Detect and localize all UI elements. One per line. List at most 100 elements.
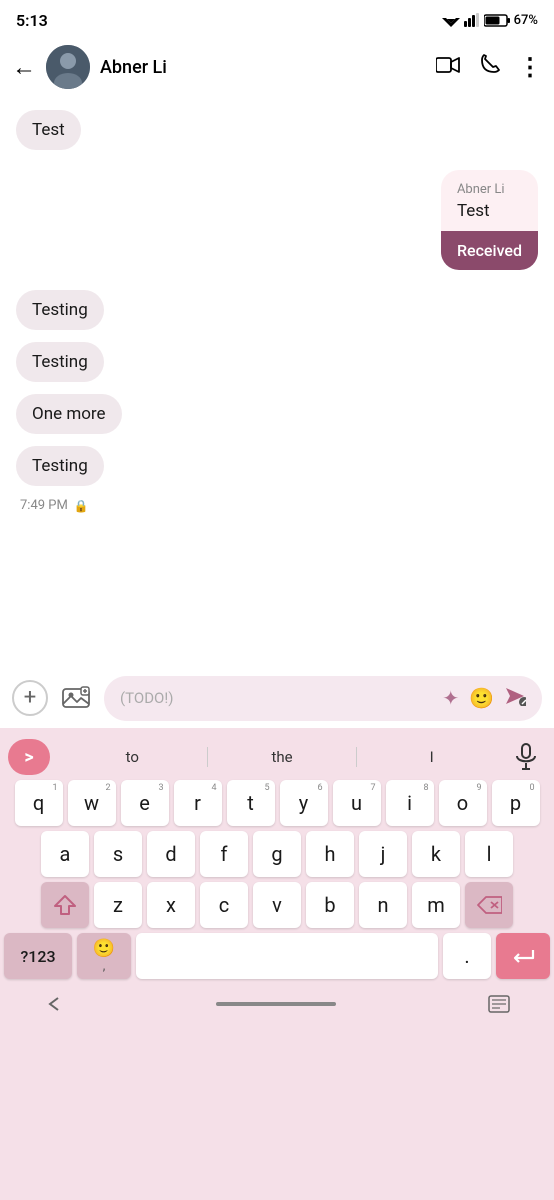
- message-row: Testing: [16, 446, 538, 492]
- key-d[interactable]: d: [147, 831, 195, 877]
- header-actions: ⋮: [436, 53, 542, 81]
- keyboard-switch-icon[interactable]: [488, 995, 510, 1013]
- space-key[interactable]: [136, 933, 438, 979]
- key-l[interactable]: l: [465, 831, 513, 877]
- suggestion-word-1[interactable]: to: [58, 748, 207, 766]
- message-sender: Abner Li: [457, 182, 522, 197]
- numbers-key[interactable]: ?123: [4, 933, 72, 979]
- emoji-key[interactable]: 🙂 ,: [77, 933, 131, 979]
- key-z[interactable]: z: [94, 882, 142, 928]
- key-k[interactable]: k: [412, 831, 460, 877]
- key-b[interactable]: b: [306, 882, 354, 928]
- wifi-icon: [442, 13, 460, 27]
- key-c[interactable]: c: [200, 882, 248, 928]
- key-m[interactable]: m: [412, 882, 460, 928]
- contact-name: Abner Li: [100, 57, 436, 78]
- lock-icon: 🔒: [74, 499, 89, 513]
- key-h[interactable]: h: [306, 831, 354, 877]
- keyboard-row-1: 1q 2w 3e 4r 5t 6y 7u 8i 9o 0p: [4, 780, 550, 826]
- numbers-label: ?123: [20, 947, 55, 966]
- gallery-button[interactable]: [58, 680, 94, 716]
- keyboard-row-3: z x c v b n m: [4, 882, 550, 928]
- keyboard-row-4: ?123 🙂 , .: [4, 933, 550, 979]
- message-bubble-left: Testing: [16, 290, 104, 330]
- message-bubble-left: One more: [16, 394, 122, 434]
- backspace-key[interactable]: [465, 882, 513, 928]
- message-row: Testing: [16, 342, 538, 388]
- emoji-icon[interactable]: 🙂: [469, 686, 494, 710]
- key-v[interactable]: v: [253, 882, 301, 928]
- key-e[interactable]: 3e: [121, 780, 169, 826]
- input-placeholder: (TODO!): [120, 689, 173, 707]
- message-bubble-left: Testing: [16, 342, 104, 382]
- message-text: Test: [457, 201, 522, 221]
- sparkle-icon[interactable]: ✦: [442, 686, 459, 710]
- key-q[interactable]: 1q: [15, 780, 63, 826]
- add-attachment-button[interactable]: +: [12, 680, 48, 716]
- status-bar: 5:13 67%: [0, 0, 554, 36]
- emoji-small-icon: 🙂: [93, 938, 115, 959]
- message-bubble-right-info: Abner Li Test: [441, 170, 538, 231]
- battery-icon: [484, 14, 510, 27]
- key-y[interactable]: 6y: [280, 780, 328, 826]
- avatar: [46, 45, 90, 89]
- enter-icon: [511, 946, 535, 966]
- key-p[interactable]: 0p: [492, 780, 540, 826]
- gallery-icon: [62, 686, 90, 710]
- key-n[interactable]: n: [359, 882, 407, 928]
- backspace-icon: [476, 895, 502, 915]
- message-row: Testing: [16, 290, 538, 336]
- key-i[interactable]: 8i: [386, 780, 434, 826]
- shift-key[interactable]: [41, 882, 89, 928]
- key-g[interactable]: g: [253, 831, 301, 877]
- message-row: Test: [16, 110, 538, 156]
- input-icons: ✦ 🙂: [442, 686, 526, 711]
- phone-call-icon[interactable]: [478, 54, 500, 81]
- video-call-icon[interactable]: [436, 55, 460, 79]
- key-s[interactable]: s: [94, 831, 142, 877]
- suggestions-bar: > to the I: [4, 734, 550, 780]
- chat-header: ← Abner Li ⋮: [0, 36, 554, 98]
- signal-icon: [464, 13, 480, 27]
- battery-text: 67%: [514, 13, 538, 28]
- home-indicator: [216, 1002, 336, 1006]
- messages-group-left: Testing Testing One more Testing 7:49 PM…: [16, 290, 538, 513]
- key-j[interactable]: j: [359, 831, 407, 877]
- message-row-right: Abner Li Test Received: [16, 170, 538, 270]
- key-a[interactable]: a: [41, 831, 89, 877]
- key-x[interactable]: x: [147, 882, 195, 928]
- message-timestamp: 7:49 PM: [20, 498, 68, 513]
- input-bar: + (TODO!) ✦ 🙂: [0, 668, 554, 728]
- status-icons: 67%: [442, 13, 538, 28]
- key-u[interactable]: 7u: [333, 780, 381, 826]
- nav-back-icon[interactable]: [44, 994, 64, 1014]
- key-t[interactable]: 5t: [227, 780, 275, 826]
- keyboard: > to the I 1q 2w 3e 4r 5t 6y 7u 8i 9o 0p…: [0, 728, 554, 1200]
- key-o[interactable]: 9o: [439, 780, 487, 826]
- message-bubble-left: Test: [16, 110, 81, 150]
- back-button[interactable]: ←: [12, 53, 36, 82]
- message-bubble-right-wrapper: Abner Li Test Received: [441, 170, 538, 270]
- timestamp-row: 7:49 PM 🔒: [16, 498, 538, 513]
- suggestion-expand-button[interactable]: >: [8, 739, 50, 775]
- send-button[interactable]: [504, 686, 526, 711]
- suggestion-word-3[interactable]: I: [357, 748, 506, 766]
- nav-bar: [4, 984, 550, 1024]
- key-r[interactable]: 4r: [174, 780, 222, 826]
- key-w[interactable]: 2w: [68, 780, 116, 826]
- status-time: 5:13: [16, 11, 48, 30]
- message-status: Received: [441, 231, 538, 270]
- enter-key[interactable]: [496, 933, 550, 979]
- comma-label: ,: [103, 959, 106, 974]
- shift-icon: [54, 894, 76, 916]
- period-label: .: [464, 944, 469, 968]
- key-f[interactable]: f: [200, 831, 248, 877]
- microphone-icon[interactable]: [506, 737, 546, 777]
- message-row: One more: [16, 394, 538, 440]
- more-options-icon[interactable]: ⋮: [518, 53, 542, 81]
- chat-area: Test Abner Li Test Received Testing Test…: [0, 98, 554, 668]
- period-key[interactable]: .: [443, 933, 491, 979]
- message-input[interactable]: (TODO!) ✦ 🙂: [104, 676, 542, 721]
- suggestion-word-2[interactable]: the: [208, 748, 357, 766]
- message-bubble-left: Testing: [16, 446, 104, 486]
